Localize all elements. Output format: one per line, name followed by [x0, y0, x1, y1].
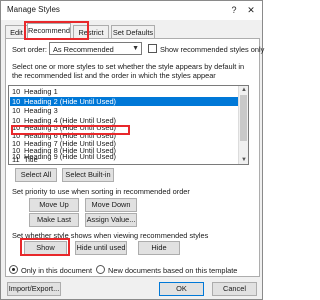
priority-label: Set priority to use when sorting in reco…	[12, 187, 190, 196]
list-item-name: Title	[24, 155, 38, 164]
list-item-name: Heading 1	[24, 87, 58, 96]
close-icon[interactable]: ✕	[244, 3, 258, 17]
hide-until-used-button[interactable]: Hide until used	[75, 241, 127, 255]
sort-order-select[interactable]: As Recommended ▼	[49, 42, 142, 55]
assign-value-button[interactable]: Assign Value...	[85, 213, 137, 227]
new-documents-label: New documents based on this template	[108, 266, 238, 275]
make-last-button[interactable]: Make Last	[29, 213, 79, 227]
select-built-in-button[interactable]: Select Built-in	[62, 168, 114, 182]
sort-order-value: As Recommended	[53, 45, 114, 54]
hide-button[interactable]: Hide	[138, 241, 180, 255]
scroll-up-icon[interactable]: ▲	[240, 86, 248, 94]
scroll-thumb[interactable]	[240, 95, 247, 141]
dialog-title: Manage Styles	[7, 5, 60, 14]
instructions-text: Select one or more styles to set whether…	[12, 62, 245, 80]
list-item[interactable]: 10 Heading 3	[10, 106, 238, 116]
list-item[interactable]: 10 Heading 1	[10, 87, 238, 97]
list-item-priority: 11	[12, 155, 20, 164]
list-item-priority: 10	[12, 106, 21, 115]
new-documents-radio[interactable]	[96, 265, 105, 274]
ok-button[interactable]: OK	[159, 282, 204, 296]
chevron-down-icon: ▼	[132, 45, 139, 52]
list-item-priority: 10	[12, 87, 21, 96]
annotation-box-selected-row	[11, 125, 130, 135]
list-item[interactable]: 11 Title	[10, 155, 238, 164]
show-recommended-only-checkbox[interactable]	[148, 44, 157, 53]
show-recommended-only-label: Show recommended styles only	[160, 45, 265, 54]
scroll-down-icon[interactable]: ▼	[240, 156, 248, 164]
annotation-box-recommend-tab	[24, 21, 89, 40]
select-all-button[interactable]: Select All	[15, 168, 57, 182]
move-up-button[interactable]: Move Up	[29, 198, 79, 212]
import-export-button[interactable]: Import/Export...	[7, 282, 61, 296]
tab-set-defaults[interactable]: Set Defaults	[111, 25, 155, 39]
annotation-box-show-button	[20, 238, 70, 256]
help-icon[interactable]: ?	[227, 3, 241, 17]
title-bar: Manage Styles ? ✕	[1, 1, 262, 20]
sort-order-label: Sort order:	[12, 45, 47, 54]
list-item-selected[interactable]: 10 Heading 2 (Hide Until Used)	[10, 96, 238, 106]
move-down-button[interactable]: Move Down	[85, 198, 137, 212]
cancel-button[interactable]: Cancel	[212, 282, 257, 296]
only-this-document-radio[interactable]	[9, 265, 18, 274]
list-item-name: Heading 3	[24, 106, 58, 115]
list-item-priority: 10	[12, 96, 21, 106]
list-item-name: Heading 2 (Hide Until Used)	[24, 96, 117, 106]
manage-styles-dialog: Manage Styles ? ✕ Edit Recommend Restric…	[0, 0, 265, 300]
list-scrollbar[interactable]: ▲ ▼	[238, 86, 248, 164]
only-this-document-label: Only in this document	[21, 266, 93, 275]
